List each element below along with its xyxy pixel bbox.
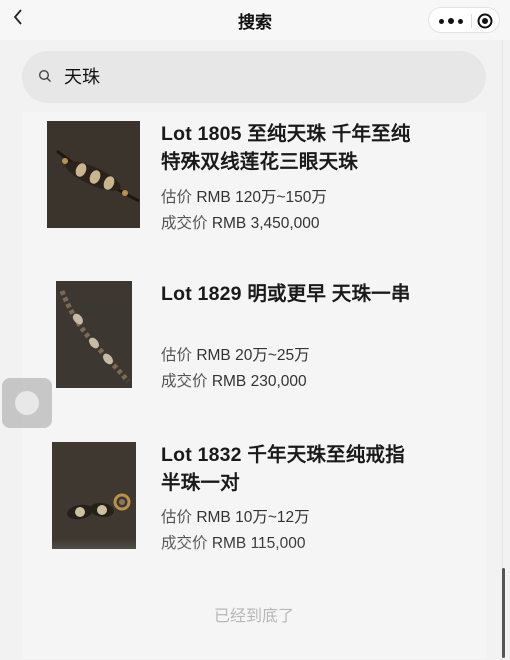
sold-label: 成交价 [161, 373, 208, 390]
end-of-list-text: 已经到底了 [213, 608, 294, 625]
estimate-label: 估价 [161, 189, 193, 206]
top-bar: 搜索 [0, 0, 510, 40]
estimate-row: 估价 RMB 10万~12万 [161, 507, 310, 529]
search-query: 天珠 [64, 67, 100, 87]
estimate-row: 估价 RMB 20万~25万 [161, 345, 310, 367]
estimate-value: RMB 10万~12万 [196, 509, 310, 526]
lot-title-line2: 半珠一对 [161, 472, 240, 494]
divider [502, 40, 503, 660]
search-icon [38, 69, 51, 82]
mini-program-capsule [428, 7, 500, 33]
estimate-value: RMB 20万~25万 [196, 347, 310, 364]
target-close-icon[interactable] [477, 13, 493, 29]
search-input[interactable]: 天珠 [22, 51, 486, 103]
item-thumbnail [47, 121, 140, 228]
sold-label: 成交价 [161, 215, 208, 232]
list-item[interactable]: Lot 1805 至纯天珠 千年至纯 特殊双线莲花三眼天珠 估价 RMB 120… [22, 112, 486, 262]
sold-value: RMB 3,450,000 [211, 215, 320, 232]
estimate-value: RMB 120万~150万 [196, 189, 327, 206]
sold-row: 成交价 RMB 230,000 [161, 371, 307, 393]
item-thumbnail [52, 442, 136, 549]
list-item[interactable]: Lot 1829 明或更早 天珠一串 估价 RMB 20万~25万 成交价 RM… [22, 272, 486, 422]
estimate-row: 估价 RMB 120万~150万 [161, 187, 327, 209]
capsule-divider [471, 14, 472, 28]
lot-title: Lot 1829 明或更早 天珠一串 [161, 283, 411, 305]
item-thumbnail [56, 281, 132, 388]
estimate-label: 估价 [161, 347, 193, 364]
results-list: Lot 1805 至纯天珠 千年至纯 特殊双线莲花三眼天珠 估价 RMB 120… [22, 112, 486, 659]
lot-title: Lot 1832 千年天珠至纯戒指 [161, 444, 405, 466]
bottom-fade [22, 539, 486, 659]
sold-value: RMB 230,000 [211, 373, 307, 390]
floating-assistive-button[interactable] [2, 378, 52, 428]
lot-title: Lot 1805 至纯天珠 千年至纯 [161, 123, 411, 145]
scrollbar[interactable] [502, 568, 505, 658]
sold-row: 成交价 RMB 3,450,000 [161, 213, 320, 235]
more-dots-icon[interactable] [439, 14, 463, 28]
estimate-label: 估价 [161, 509, 193, 526]
lot-title-line2: 特殊双线莲花三眼天珠 [161, 151, 359, 173]
